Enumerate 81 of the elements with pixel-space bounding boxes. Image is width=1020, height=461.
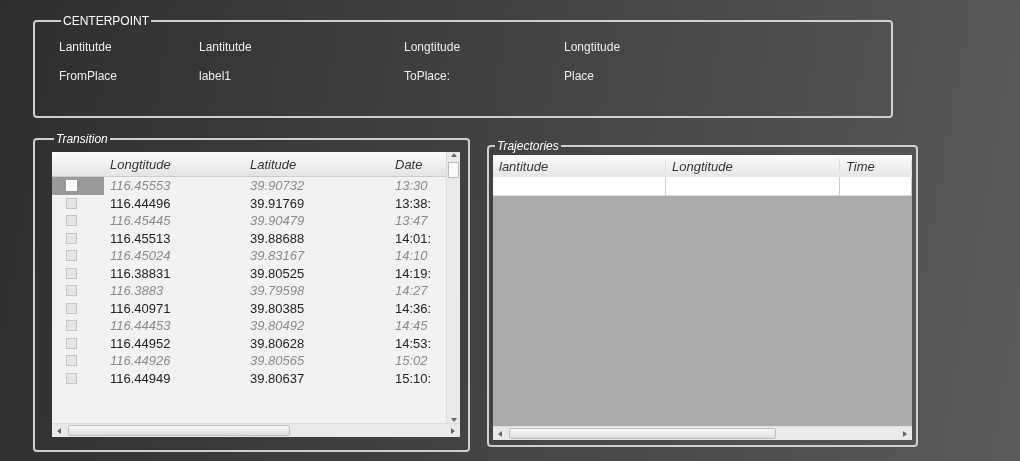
table-cell-text: 14:27 [394, 283, 429, 299]
group-title: Transition [55, 132, 109, 146]
data-grid[interactable]: lantitude Longtitude Time [493, 155, 912, 440]
table-cell-text: 116.45445 [109, 213, 172, 229]
column-header[interactable]: Longtitude [104, 156, 244, 172]
scroll-thumb[interactable] [509, 428, 776, 439]
label: Place [564, 68, 596, 83]
data-grid[interactable] [52, 152, 460, 437]
checkbox[interactable] [66, 250, 77, 262]
scroll-right-icon[interactable] [902, 430, 908, 437]
column-header[interactable]: lantitude [493, 158, 666, 174]
group-title: Trajectories [496, 139, 560, 153]
horizontal-scrollbar[interactable] [493, 426, 912, 440]
table-cell-text: 116.45553 [109, 178, 172, 194]
table-cell-text: 39.90732 [249, 178, 306, 194]
table-cell-text: 13:38: [394, 195, 433, 211]
checkbox[interactable] [66, 197, 77, 209]
table-cell-text: 14:19: [394, 265, 433, 281]
label: Longtitude [404, 39, 462, 54]
table-cell-text: 39.80385 [249, 300, 306, 316]
table-cell-text: 116.45513 [109, 230, 172, 246]
label: Lantitutde [199, 39, 253, 54]
table-cell-text: 39.80628 [249, 335, 306, 351]
checkbox[interactable] [66, 267, 77, 279]
table-cell-text: 116.44949 [109, 370, 172, 386]
table-cell[interactable] [666, 177, 840, 196]
table-cell-text: 39.88688 [249, 230, 306, 246]
table-cell-text: 39.80637 [249, 370, 306, 386]
table-cell-text: 13:47 [394, 213, 429, 229]
table-cell-text: 116.44496 [109, 195, 172, 211]
table-cell-text: 39.80565 [249, 353, 306, 369]
table-cell-text: 39.80492 [249, 318, 306, 334]
table-cell-text: 39.90479 [249, 213, 306, 229]
checkbox[interactable] [66, 337, 77, 349]
table-cell-text: 14:10 [394, 248, 429, 264]
table-cell-text: 15:10: [394, 370, 433, 386]
group-title: CENTERPOINT [62, 14, 150, 28]
label: label1 [199, 68, 233, 83]
table-cell-text: 116.3883 [109, 283, 165, 299]
label: Longtitude [564, 39, 622, 54]
scroll-right-icon[interactable] [450, 427, 456, 434]
column-header[interactable]: Date [389, 156, 446, 172]
checkbox[interactable] [66, 232, 77, 244]
scroll-thumb[interactable] [68, 425, 290, 436]
table-cell-text: 39.83167 [249, 248, 306, 264]
table-cell[interactable] [493, 177, 666, 196]
column-header[interactable]: Latitude [244, 156, 389, 172]
checkbox[interactable] [66, 285, 77, 297]
scroll-left-icon[interactable] [56, 427, 62, 434]
label: ToPlace: [404, 68, 452, 83]
label: Lantitutde [59, 39, 113, 54]
table-cell[interactable] [840, 177, 912, 196]
table-cell-text: 39.80525 [249, 265, 306, 281]
table-cell-text: 14:01: [394, 230, 433, 246]
table-cell-text: 116.44453 [109, 318, 172, 334]
scroll-left-icon[interactable] [497, 430, 503, 437]
checkbox[interactable] [66, 215, 77, 227]
table-cell-text: 39.91769 [249, 195, 306, 211]
table-cell-text: 14:45 [394, 318, 429, 334]
table-cell-text: 116.38831 [109, 265, 172, 281]
checkbox[interactable] [66, 302, 77, 314]
table-cell-text: 116.44926 [109, 353, 172, 369]
checkbox[interactable] [66, 320, 77, 332]
table-cell-text: 14:53: [394, 335, 433, 351]
scroll-thumb[interactable] [448, 162, 459, 178]
table-cell-text: 14:36: [394, 300, 433, 316]
scroll-up-icon[interactable] [450, 152, 457, 158]
column-header[interactable]: Longtitude [666, 158, 840, 174]
table-cell-text: 13:30 [394, 178, 429, 194]
table-cell-text: 116.44952 [109, 335, 172, 351]
column-header[interactable]: Time [840, 158, 912, 174]
table-cell-text: 39.79598 [249, 283, 306, 299]
table-cell-text: 116.45024 [109, 248, 172, 264]
vertical-scrollbar[interactable] [446, 152, 460, 423]
table-cell-text: 15:02 [394, 353, 429, 369]
horizontal-scrollbar[interactable] [52, 423, 460, 437]
label: FromPlace [59, 68, 118, 83]
row-header[interactable] [52, 177, 104, 195]
checkbox[interactable] [66, 372, 77, 384]
checkbox[interactable] [66, 355, 77, 367]
table-cell-text: 116.40971 [109, 300, 172, 316]
